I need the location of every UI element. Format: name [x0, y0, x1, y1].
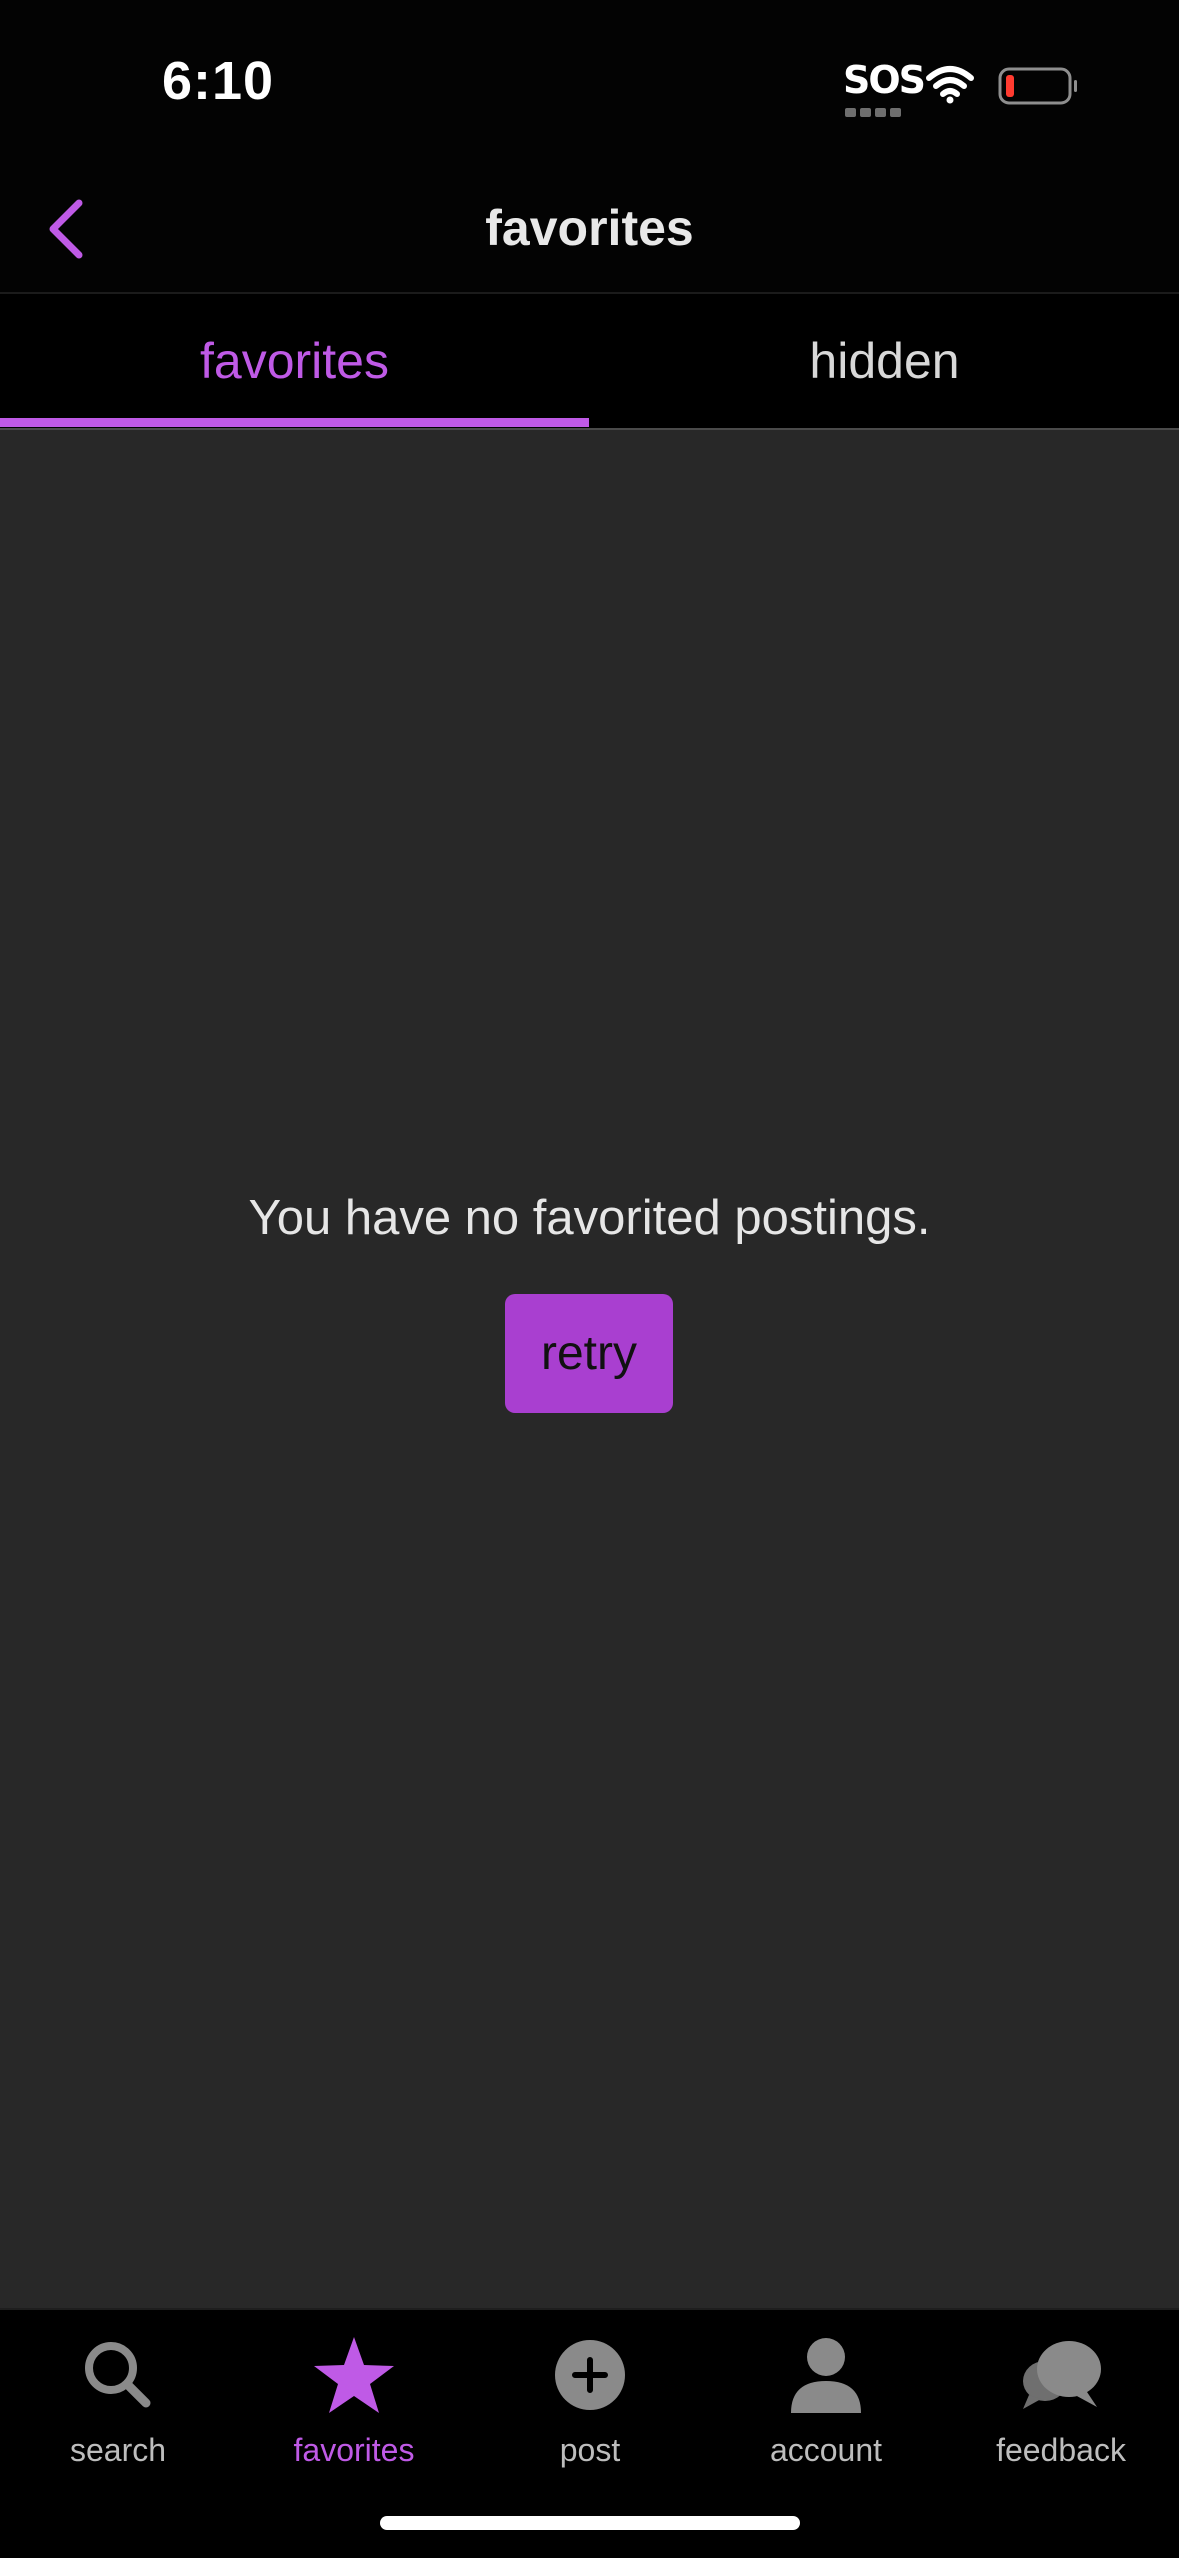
- empty-state-message: You have no favorited postings.: [248, 1191, 931, 1245]
- battery-icon: [998, 66, 1078, 106]
- home-indicator: [380, 2516, 800, 2530]
- sos-indicator: SOS: [843, 58, 926, 118]
- status-bar: 6:10 SOS: [0, 0, 1179, 170]
- plus-circle-icon: [555, 2340, 625, 2410]
- sos-label: SOS: [843, 58, 926, 102]
- bottom-tab-post[interactable]: post: [472, 2310, 708, 2490]
- tab-favorites[interactable]: favorites: [0, 294, 589, 428]
- active-tab-indicator: [0, 418, 589, 427]
- bottom-tab-account[interactable]: account: [708, 2310, 944, 2490]
- wifi-icon: [925, 64, 975, 104]
- nav-header: favorites: [0, 170, 1179, 294]
- bottom-tab-label: post: [559, 2432, 621, 2468]
- signal-dots-icon: [845, 104, 905, 117]
- status-time: 6:10: [162, 51, 275, 111]
- bottom-tab-favorites[interactable]: favorites: [236, 2310, 472, 2490]
- bottom-tab-label: search: [69, 2432, 167, 2468]
- bottom-tab-label: feedback: [996, 2432, 1126, 2468]
- bottom-tab-label: account: [769, 2432, 883, 2468]
- page-title: favorites: [485, 200, 694, 256]
- retry-button[interactable]: retry: [505, 1294, 673, 1413]
- bottom-tab-label: favorites: [293, 2432, 415, 2468]
- search-icon: [85, 2342, 151, 2408]
- segment-tab-bar: favorites hidden: [0, 294, 1179, 430]
- chat-bubbles-icon: [1023, 2341, 1101, 2409]
- favorites-list-area: You have no favorited postings. retry: [0, 430, 1179, 2308]
- tab-hidden[interactable]: hidden: [590, 294, 1179, 428]
- bottom-tab-feedback[interactable]: feedback: [943, 2310, 1179, 2490]
- bottom-tab-search[interactable]: search: [0, 2310, 236, 2490]
- star-icon: [314, 2337, 394, 2413]
- person-icon: [791, 2338, 861, 2413]
